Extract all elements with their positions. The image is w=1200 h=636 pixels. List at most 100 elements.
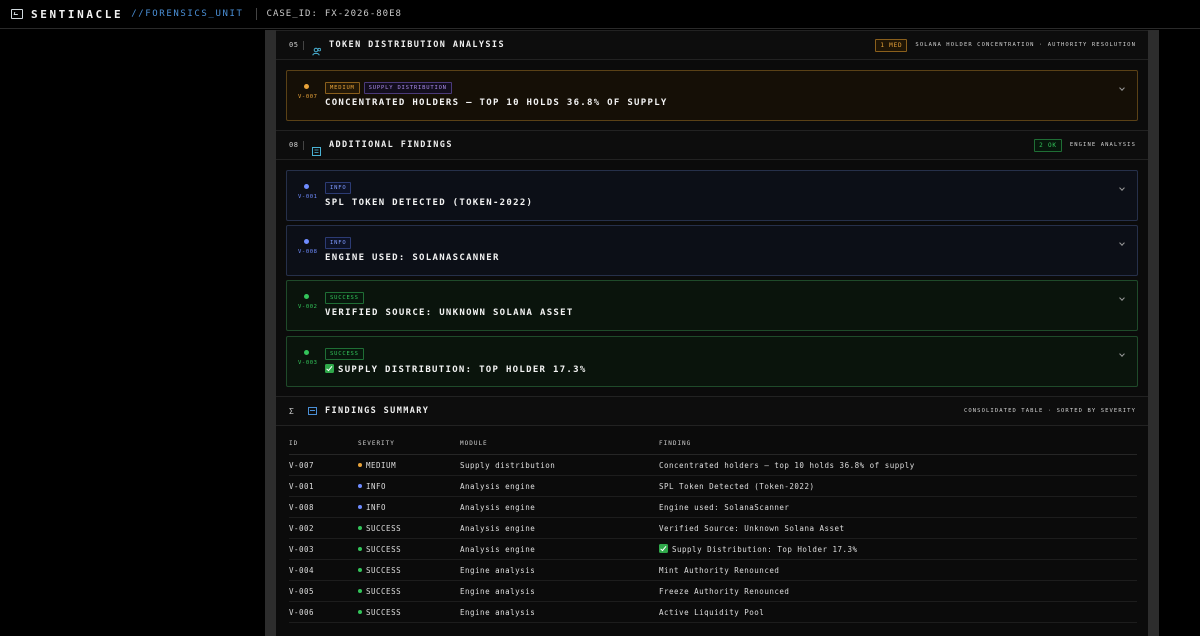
severity-label: INFO (366, 481, 387, 491)
cell-id: V-007 (289, 460, 315, 470)
section-header-token-distribution[interactable]: 05 TOKEN DISTRIBUTION ANALYSIS 1 MED SOL… (276, 30, 1148, 60)
severity-dot (358, 525, 362, 530)
finding-id: V-008 (298, 249, 318, 255)
severity-dot (304, 84, 309, 89)
column-header-severity[interactable]: SEVERITY (358, 440, 460, 447)
severity-dot (358, 588, 362, 593)
finding-id: V-002 (298, 304, 318, 310)
severity-tag: MEDIUM (325, 82, 360, 94)
chevron-down-icon[interactable] (1119, 295, 1125, 301)
divider (255, 8, 257, 20)
cell-severity: SUCCESS (358, 608, 460, 617)
finding-card-v-008[interactable]: V-008 INFO ENGINE USED: SOLANASCANNER (286, 225, 1138, 276)
table-row[interactable]: V-003 SUCCESS Analysis engine Supply Dis… (289, 539, 1137, 560)
table-icon (308, 407, 317, 415)
cell-module: Analysis engine (460, 544, 536, 554)
severity-tag: SUCCESS (325, 292, 364, 304)
cell-module: Analysis engine (460, 502, 536, 512)
cell-id: V-002 (289, 523, 315, 533)
cell-finding: Engine used: SolanaScanner (659, 502, 790, 512)
chevron-down-icon[interactable] (1119, 85, 1125, 91)
cell-severity: INFO (358, 482, 460, 491)
severity-dot (358, 462, 362, 467)
case-label: CASE_ID: (266, 9, 318, 19)
chevron-down-icon[interactable] (1119, 240, 1125, 246)
table-row[interactable]: V-004 SUCCESS Engine analysis Mint Autho… (289, 560, 1137, 581)
cell-severity: SUCCESS (358, 587, 460, 596)
finding-id: V-003 (298, 360, 318, 366)
severity-dot (304, 184, 309, 189)
finding-card-v-002[interactable]: V-002 SUCCESS VERIFIED SOURCE: UNKNOWN S… (286, 280, 1138, 331)
severity-dot (358, 567, 362, 572)
severity-label: SUCCESS (366, 523, 402, 533)
cell-module: Engine analysis (460, 607, 536, 617)
finding-title: VERIFIED SOURCE: UNKNOWN SOLANA ASSET (325, 308, 574, 318)
section-note: ENGINE ANALYSIS (1069, 142, 1136, 148)
cell-severity: SUCCESS (358, 566, 460, 575)
table-row[interactable]: V-005 SUCCESS Engine analysis Freeze Aut… (289, 581, 1137, 602)
finding-title: ENGINE USED: SOLANASCANNER (325, 253, 500, 263)
section-header-findings-summary[interactable]: Σ FINDINGS SUMMARY CONSOLIDATED TABLE · … (276, 396, 1148, 426)
section-number: 08 (289, 141, 299, 149)
table-row[interactable]: V-002 SUCCESS Analysis engine Verified S… (289, 518, 1137, 539)
severity-label: INFO (366, 502, 387, 512)
cell-id: V-001 (289, 481, 315, 491)
cell-finding: Supply Distribution: Top Holder 17.3% (672, 545, 858, 554)
section-title: FINDINGS SUMMARY (325, 406, 430, 416)
severity-tag: SUCCESS (325, 348, 364, 360)
section-header-additional-findings[interactable]: 08 ADDITIONAL FINDINGS 2 OK ENGINE ANALY… (276, 130, 1148, 160)
chevron-down-icon[interactable] (1119, 351, 1125, 357)
column-header-module[interactable]: MODULE (460, 440, 659, 447)
finding-card-v-007[interactable]: V-007 MEDIUM SUPPLY DISTRIBUTION CONCENT… (286, 70, 1138, 121)
module-tag: SUPPLY DISTRIBUTION (363, 82, 452, 94)
cell-id: V-004 (289, 565, 315, 575)
section-number: 05 (289, 41, 299, 49)
cell-id: V-006 (289, 607, 315, 617)
finding-title-wrap: SUPPLY DISTRIBUTION: TOP HOLDER 17.3% (325, 364, 587, 375)
table-row[interactable]: V-001 INFO Analysis engine SPL Token Det… (289, 476, 1137, 497)
cell-severity: SUCCESS (358, 524, 460, 533)
chevron-down-icon[interactable] (1119, 185, 1125, 191)
severity-dot (304, 239, 309, 244)
severity-dot (358, 504, 362, 509)
column-header-finding[interactable]: FINDING (659, 440, 1137, 447)
severity-dot (358, 546, 362, 551)
severity-label: SUCCESS (366, 607, 402, 617)
ok-count-badge: 2 OK (1034, 138, 1062, 152)
column-header-id[interactable]: ID (289, 440, 358, 447)
table-row[interactable]: V-007 MEDIUM Supply distribution Concent… (289, 455, 1137, 476)
severity-label: SUCCESS (366, 544, 402, 554)
case-id: FX-2026-80E8 (324, 9, 402, 19)
section-note: CONSOLIDATED TABLE · SORTED BY SEVERITY (963, 408, 1136, 414)
cell-finding: Active Liquidity Pool (659, 607, 765, 617)
cell-module: Analysis engine (460, 481, 536, 491)
terminal-icon (11, 9, 23, 19)
cell-id: V-003 (289, 544, 315, 554)
cell-module: Engine analysis (460, 565, 536, 575)
cell-finding: Mint Authority Renounced (659, 565, 780, 575)
cell-severity: MEDIUM (358, 461, 460, 470)
severity-tag: INFO (325, 182, 352, 194)
finding-title: SPL TOKEN DETECTED (TOKEN-2022) (325, 198, 534, 208)
cell-severity: SUCCESS (358, 545, 460, 554)
severity-dot (358, 609, 362, 614)
finding-title: SUPPLY DISTRIBUTION: TOP HOLDER 17.3% (338, 365, 587, 375)
section-title: TOKEN DISTRIBUTION ANALYSIS (329, 40, 505, 50)
finding-card-v-003[interactable]: V-003 SUCCESS SUPPLY DISTRIBUTION: TOP H… (286, 336, 1138, 387)
severity-label: MEDIUM (366, 460, 397, 470)
severity-label: SUCCESS (366, 586, 402, 596)
cell-module: Analysis engine (460, 523, 536, 533)
table-row[interactable]: V-006 SUCCESS Engine analysis Active Liq… (289, 602, 1137, 623)
cell-id: V-005 (289, 586, 315, 596)
report-panel[interactable]: 05 TOKEN DISTRIBUTION ANALYSIS 1 MED SOL… (276, 30, 1148, 636)
section-note: SOLANA HOLDER CONCENTRATION · AUTHORITY … (915, 42, 1136, 48)
cell-module: Supply distribution (460, 460, 556, 470)
finding-title: CONCENTRATED HOLDERS — TOP 10 HOLDS 36.8… (325, 98, 668, 108)
brand-subtitle: //FORENSICS_UNIT (131, 9, 244, 19)
table-row[interactable]: V-008 INFO Analysis engine Engine used: … (289, 497, 1137, 518)
finding-card-v-001[interactable]: V-001 INFO SPL TOKEN DETECTED (TOKEN-202… (286, 170, 1138, 221)
findings-summary-table: ID SEVERITY MODULE FINDING V-007 MEDIUM … (289, 433, 1137, 623)
severity-dot (304, 350, 309, 355)
severity-tag: INFO (325, 237, 352, 249)
section-number: Σ (289, 406, 295, 416)
